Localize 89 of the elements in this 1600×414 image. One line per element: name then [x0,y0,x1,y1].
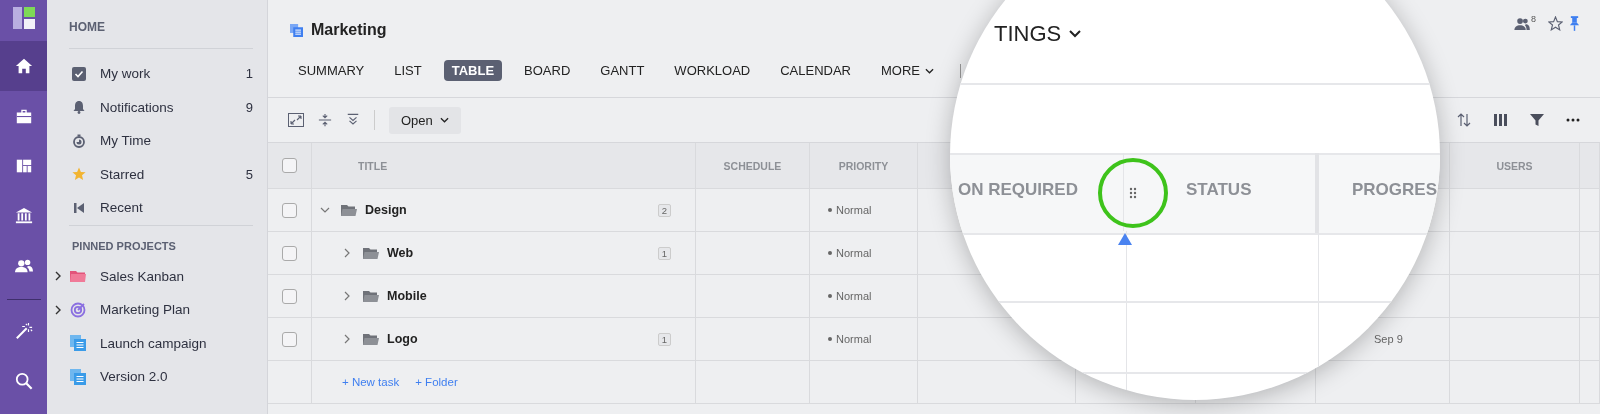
home-nav-button[interactable] [0,41,47,91]
folder-icon [363,246,379,260]
document-icon [70,368,86,385]
more-icon[interactable] [1566,118,1580,122]
star-icon[interactable] [1548,15,1563,31]
magic-wand-icon [14,322,33,340]
bullet-icon [828,294,832,298]
view-tab[interactable]: GANTT [592,60,653,81]
item-count: 9 [245,99,253,115]
sidebar-item[interactable]: My Time [69,124,253,158]
priority-value: Normal [836,333,872,345]
columns-icon[interactable] [1494,113,1508,127]
filter-icon[interactable] [1530,113,1544,127]
task-count-badge: 1 [657,332,671,346]
folder-name[interactable]: Design [365,203,407,217]
folder-icon [363,289,379,303]
view-tab[interactable]: WORKLOAD [666,60,759,81]
row-checkbox[interactable] [282,245,297,261]
document-icon [290,23,303,37]
sort-icon[interactable] [1456,112,1472,128]
briefcase-icon [14,107,33,125]
due-date: Sep 9 [1374,333,1403,345]
view-tab[interactable]: SUMMARY [290,60,373,81]
folder-icon [363,332,379,346]
filter-dropdown[interactable]: Open [389,106,461,134]
pin-icon[interactable] [1569,15,1580,31]
follower-count: 8 [1531,14,1536,24]
board-icon [14,157,33,175]
caret-icon [1069,30,1082,38]
bank-icon [14,207,33,225]
people-icon[interactable] [1514,16,1531,30]
skip-back-icon [72,200,86,215]
section-heading: PINNED PROJECTS [72,239,177,252]
sidebar-item[interactable]: Starred 5 [69,157,253,191]
view-tab[interactable]: LIST [386,60,430,81]
row-checkbox[interactable] [282,331,297,347]
sidebar-item[interactable]: Notifications 9 [69,90,253,124]
pinned-project[interactable]: Sales Kanban [55,259,253,293]
folder-name[interactable]: Mobile [387,289,427,303]
document-icon [70,335,86,352]
item-count: 5 [245,166,253,182]
chevron-right-icon[interactable] [55,271,61,282]
logo-icon [12,7,35,29]
drag-handle-icon[interactable] [1129,187,1137,199]
caret-icon [925,67,934,74]
chevron-down-icon[interactable] [320,207,330,213]
pinned-project[interactable]: Marketing Plan [55,293,253,327]
folder-icon [341,203,357,217]
priority-value: Normal [836,247,872,259]
bullet-icon [828,251,832,255]
folder-name[interactable]: Web [387,246,414,260]
bullet-icon [828,208,832,212]
row-checkbox[interactable] [282,288,297,304]
drop-marker-icon [1118,233,1132,245]
collapse-all-icon[interactable] [346,113,360,127]
star-icon [72,167,86,182]
folder-name[interactable]: Logo [387,332,418,346]
chevron-right-icon[interactable] [55,304,61,315]
target-icon [70,301,86,318]
people-icon [14,257,33,275]
sidebar-item[interactable]: My work 1 [69,57,253,91]
view-tab[interactable]: MORE [873,60,942,81]
bell-icon [72,100,86,115]
section-heading: HOME [69,20,106,34]
row-checkbox[interactable] [282,202,297,218]
search-icon [14,372,33,390]
item-count: 1 [245,66,253,82]
task-count-badge: 2 [657,203,671,217]
caret-icon [439,117,449,123]
view-tab[interactable]: BOARD [516,60,579,81]
view-tab[interactable]: TINGS [994,21,1082,47]
checkbox-icon [72,66,86,81]
stopwatch-icon [72,133,86,148]
task-count-badge: 1 [657,246,671,260]
select-all-checkbox[interactable] [282,158,297,173]
expand-icon[interactable] [288,112,304,128]
sidebar-item[interactable]: Recent [69,191,253,225]
home-icon [14,57,33,75]
view-tab[interactable]: TABLE [443,60,503,81]
highlight-circle [1097,157,1169,229]
pinned-project[interactable]: Version 2.0 [55,360,253,394]
pinned-project[interactable]: Launch campaign [55,326,253,360]
project-title: Marketing [311,21,387,39]
bullet-icon [828,337,832,341]
priority-value: Normal [836,204,872,216]
collapse-icon[interactable] [318,113,332,127]
folder-icon [70,269,86,284]
priority-value: Normal [836,290,872,302]
view-tab[interactable]: CALENDAR [772,60,859,81]
